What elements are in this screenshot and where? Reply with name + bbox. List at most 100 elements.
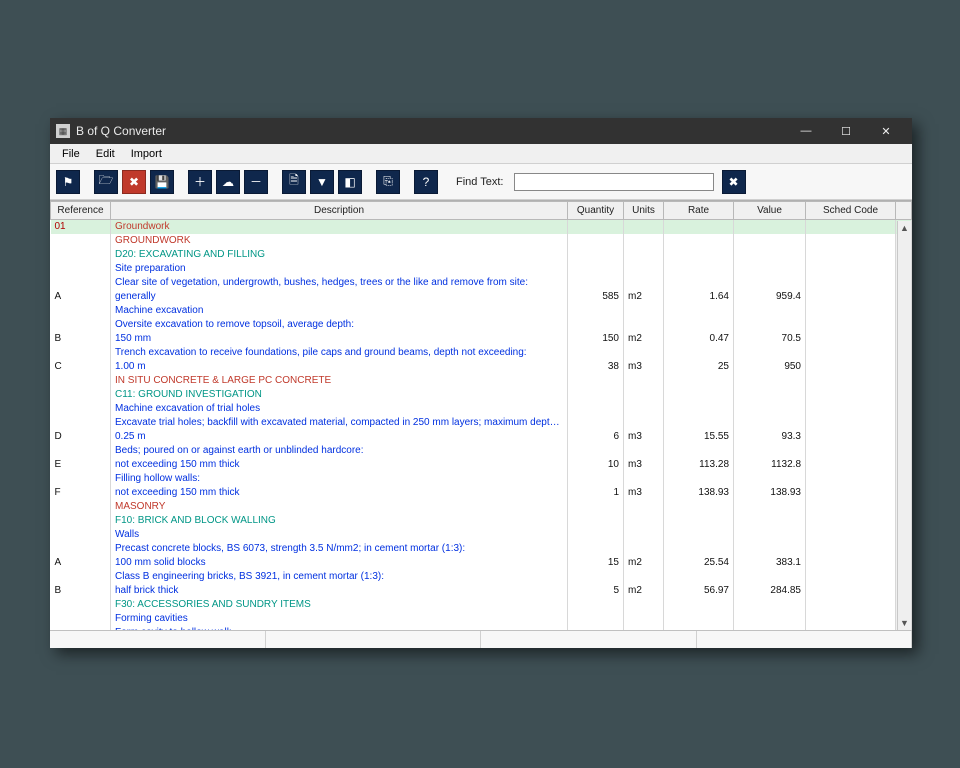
- table-row[interactable]: Agenerally585m21.64959.4: [51, 290, 912, 304]
- cell-units: [624, 262, 664, 276]
- cell-description: 0.25 m: [111, 430, 568, 444]
- cell-sched: [806, 486, 896, 500]
- cell-reference: [51, 570, 111, 584]
- maximize-button[interactable]: ☐: [826, 118, 866, 144]
- find-clear-icon[interactable]: ✖: [722, 170, 746, 194]
- table-row[interactable]: Trench excavation to receive foundations…: [51, 346, 912, 360]
- menu-import[interactable]: Import: [123, 146, 170, 162]
- hdr-rate[interactable]: Rate: [664, 202, 734, 220]
- tool-layout-icon[interactable]: ◧: [338, 170, 362, 194]
- tool-add-icon[interactable]: ＋: [188, 170, 212, 194]
- cell-rate: 25.54: [664, 556, 734, 570]
- cell-rate: [664, 234, 734, 248]
- table-row[interactable]: Forming cavities: [51, 612, 912, 626]
- table-row[interactable]: D20: EXCAVATING AND FILLING: [51, 248, 912, 262]
- table-row[interactable]: Site preparation: [51, 262, 912, 276]
- hdr-reference[interactable]: Reference: [51, 202, 111, 220]
- cell-sched: [806, 360, 896, 374]
- tool-help-icon[interactable]: ?: [414, 170, 438, 194]
- cell-description: Machine excavation of trial holes: [111, 402, 568, 416]
- table-row[interactable]: Machine excavation of trial holes: [51, 402, 912, 416]
- hdr-value[interactable]: Value: [734, 202, 806, 220]
- cell-units: m2: [624, 332, 664, 346]
- cell-description: 100 mm solid blocks: [111, 556, 568, 570]
- tool-open-icon[interactable]: 🗁: [94, 170, 118, 194]
- table-row[interactable]: F10: BRICK AND BLOCK WALLING: [51, 514, 912, 528]
- table-row[interactable]: Class B engineering bricks, BS 3921, in …: [51, 570, 912, 584]
- scroll-up-icon[interactable]: ▲: [899, 221, 911, 235]
- table-row[interactable]: Excavate trial holes; backfill with exca…: [51, 416, 912, 430]
- table-row[interactable]: MASONRY: [51, 500, 912, 514]
- table-row[interactable]: Machine excavation: [51, 304, 912, 318]
- cell-value: [734, 248, 806, 262]
- table-row[interactable]: IN SITU CONCRETE & LARGE PC CONCRETE: [51, 374, 912, 388]
- data-grid[interactable]: Reference Description Quantity Units Rat…: [50, 201, 912, 630]
- table-row[interactable]: Enot exceeding 150 mm thick10m3113.28113…: [51, 458, 912, 472]
- table-row[interactable]: Walls: [51, 528, 912, 542]
- tool-filter-icon[interactable]: ▼: [310, 170, 334, 194]
- tool-doc-icon[interactable]: 🗎: [282, 170, 306, 194]
- table-row[interactable]: Precast concrete blocks, BS 6073, streng…: [51, 542, 912, 556]
- tool-exit-icon[interactable]: ⚑: [56, 170, 80, 194]
- hdr-sched[interactable]: Sched Code: [806, 202, 896, 220]
- cell-rate: [664, 304, 734, 318]
- cell-value: [734, 388, 806, 402]
- cell-quantity: [568, 402, 624, 416]
- cell-value: [734, 304, 806, 318]
- cell-description: not exceeding 150 mm thick: [111, 458, 568, 472]
- table-row[interactable]: 01Groundwork: [51, 220, 912, 234]
- hdr-quantity[interactable]: Quantity: [568, 202, 624, 220]
- table-row[interactable]: A100 mm solid blocks15m225.54383.1: [51, 556, 912, 570]
- cell-units: m2: [624, 584, 664, 598]
- cell-value: [734, 234, 806, 248]
- cell-quantity: [568, 626, 624, 631]
- table-row[interactable]: B150 mm150m20.4770.5: [51, 332, 912, 346]
- table-row[interactable]: Beds; poured on or against earth or unbl…: [51, 444, 912, 458]
- cell-reference: [51, 388, 111, 402]
- tool-remove-icon[interactable]: －: [244, 170, 268, 194]
- cell-units: [624, 388, 664, 402]
- cell-description: F10: BRICK AND BLOCK WALLING: [111, 514, 568, 528]
- cell-sched: [806, 528, 896, 542]
- vertical-scrollbar[interactable]: ▲ ▼: [897, 221, 911, 630]
- table-row[interactable]: C1.00 m38m325950: [51, 360, 912, 374]
- minimize-button[interactable]: —: [786, 118, 826, 144]
- table-row[interactable]: C11: GROUND INVESTIGATION: [51, 388, 912, 402]
- cell-sched: [806, 248, 896, 262]
- cell-reference: A: [51, 556, 111, 570]
- tool-copy-icon[interactable]: ⎘: [376, 170, 400, 194]
- tool-cloud-icon[interactable]: ☁: [216, 170, 240, 194]
- table-row[interactable]: F30: ACCESSORIES AND SUNDRY ITEMS: [51, 598, 912, 612]
- scroll-down-icon[interactable]: ▼: [899, 616, 911, 630]
- cell-description: Trench excavation to receive foundations…: [111, 346, 568, 360]
- cell-units: [624, 598, 664, 612]
- table-row[interactable]: Clear site of vegetation, undergrowth, b…: [51, 276, 912, 290]
- cell-rate: 25: [664, 360, 734, 374]
- find-input[interactable]: [514, 173, 714, 191]
- table-row[interactable]: Filling hollow walls:: [51, 472, 912, 486]
- cell-quantity: [568, 262, 624, 276]
- cell-rate: [664, 416, 734, 430]
- cell-rate: 56.97: [664, 584, 734, 598]
- cell-units: [624, 374, 664, 388]
- menu-edit[interactable]: Edit: [88, 146, 123, 162]
- table-row[interactable]: D0.25 m6m315.5593.3: [51, 430, 912, 444]
- cell-sched: [806, 430, 896, 444]
- close-button[interactable]: ✕: [866, 118, 906, 144]
- cell-sched: [806, 556, 896, 570]
- table-row[interactable]: GROUNDWORK: [51, 234, 912, 248]
- table-row[interactable]: Bhalf brick thick5m256.97284.85: [51, 584, 912, 598]
- table-row[interactable]: Form cavity to hollow wall:: [51, 626, 912, 631]
- table-row[interactable]: Fnot exceeding 150 mm thick1m3138.93138.…: [51, 486, 912, 500]
- tool-delete-icon[interactable]: ✖: [122, 170, 146, 194]
- hdr-units[interactable]: Units: [624, 202, 664, 220]
- menu-file[interactable]: File: [54, 146, 88, 162]
- cell-value: [734, 626, 806, 631]
- hdr-description[interactable]: Description: [111, 202, 568, 220]
- cell-reference: [51, 346, 111, 360]
- cell-rate: 15.55: [664, 430, 734, 444]
- titlebar[interactable]: ▦ B of Q Converter — ☐ ✕: [50, 118, 912, 144]
- tool-save-icon[interactable]: 💾: [150, 170, 174, 194]
- table-row[interactable]: Oversite excavation to remove topsoil, a…: [51, 318, 912, 332]
- cell-value: [734, 444, 806, 458]
